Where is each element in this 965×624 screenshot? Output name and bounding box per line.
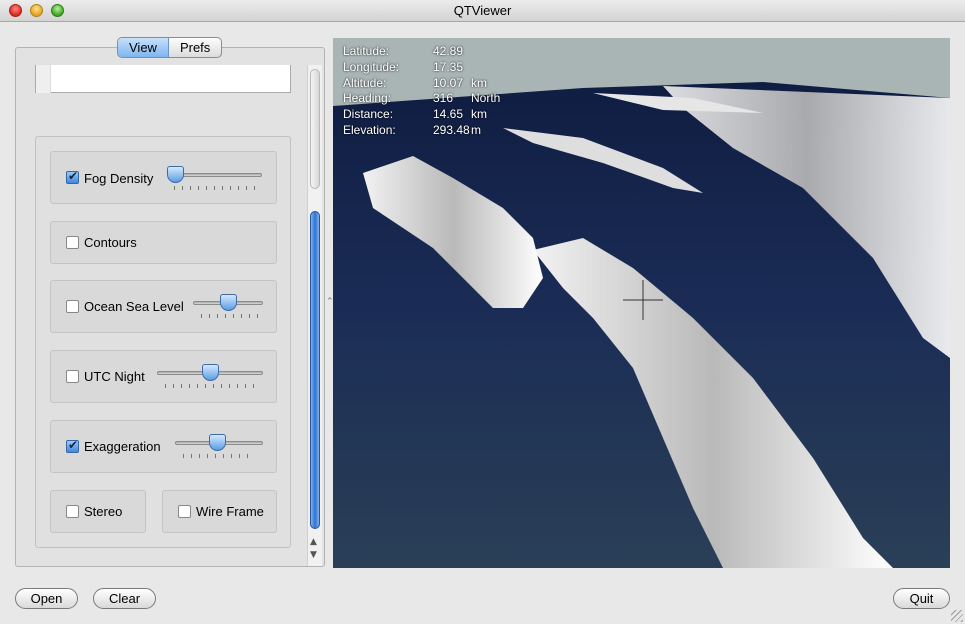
text-box-margin — [36, 65, 51, 93]
window-title: QTViewer — [453, 3, 512, 18]
resize-grip-icon[interactable] — [951, 610, 963, 622]
controls-scroll-area: Fog Density Contours Ocean Sea Level — [16, 48, 307, 566]
ocean-sea-level-checkbox[interactable] — [66, 300, 79, 313]
contours-label: Contours — [84, 235, 137, 250]
scrollbar-upper-track — [310, 69, 320, 189]
hud-longitude: Longitude: 17.35 — [343, 60, 500, 76]
scroll-down-arrow-icon[interactable]: ▼ — [310, 550, 317, 560]
scroll-up-arrow-icon[interactable]: ▲ — [310, 537, 317, 547]
tab-prefs[interactable]: Prefs — [169, 38, 221, 57]
open-button[interactable]: Open — [15, 588, 78, 609]
wire-frame-checkbox[interactable] — [178, 505, 191, 518]
longitude-value: 17.35 — [433, 59, 464, 74]
ocean-sea-level-label: Ocean Sea Level — [84, 299, 184, 314]
longitude-label: Longitude: — [343, 59, 400, 74]
fog-density-row: Fog Density — [50, 151, 277, 204]
fog-density-slider-thumb[interactable] — [167, 166, 184, 183]
utc-night-checkbox[interactable] — [66, 370, 79, 383]
utc-night-label: UTC Night — [84, 369, 145, 384]
distance-label: Distance: — [343, 107, 394, 122]
latitude-value: 42.89 — [433, 44, 464, 58]
ocean-sea-level-slider-ticks — [201, 314, 259, 318]
hud-distance: Distance: 14.65 km — [343, 107, 500, 123]
stereo-label: Stereo — [84, 504, 123, 519]
ocean-sea-level-row: Ocean Sea Level — [50, 280, 277, 333]
elevation-unit: m — [471, 122, 481, 137]
exaggeration-slider-thumb[interactable] — [209, 434, 226, 451]
exaggeration-label: Exaggeration — [84, 439, 161, 454]
zoom-window-button[interactable] — [51, 4, 64, 17]
altitude-label: Altitude: — [343, 75, 387, 90]
terrain-3d-view[interactable]: Latitude: 42.89 Longitude: 17.35 Altitude:… — [333, 38, 950, 568]
altitude-value: 10.07 — [433, 75, 464, 90]
quit-button[interactable]: Quit — [893, 588, 950, 609]
title-bar[interactable]: QTViewer — [0, 0, 965, 22]
hud-altitude: Altitude: 10.07 km — [343, 76, 500, 92]
scrollbar-thumb[interactable] — [310, 211, 320, 529]
close-window-button[interactable] — [9, 4, 22, 17]
stereo-row: Stereo — [50, 490, 146, 533]
utc-night-row: UTC Night — [50, 350, 277, 403]
fog-density-label: Fog Density — [84, 171, 154, 186]
distance-unit: km — [471, 107, 487, 122]
distance-value: 14.65 — [433, 107, 464, 122]
tab-view[interactable]: View — [118, 38, 169, 57]
hud-heading: Heading: 316 North — [343, 91, 500, 107]
options-group: Fog Density Contours Ocean Sea Level — [35, 136, 291, 548]
contours-row: Contours — [50, 221, 277, 264]
fog-density-slider-ticks — [174, 186, 256, 190]
altitude-unit: km — [471, 75, 487, 90]
heading-unit: North — [471, 91, 501, 106]
ocean-sea-level-slider-thumb[interactable] — [220, 294, 237, 311]
utc-night-slider-thumb[interactable] — [202, 364, 219, 381]
tab-bar: View Prefs — [117, 37, 223, 58]
exaggeration-checkbox[interactable] — [66, 438, 79, 453]
hud-elevation: Elevation: 293.48 m — [343, 123, 500, 139]
wire-frame-row: Wire Frame — [162, 490, 277, 533]
contours-checkbox[interactable] — [66, 236, 79, 249]
hud-overlay: Latitude: 42.89 Longitude: 17.35 Altitude:… — [343, 44, 500, 139]
exaggeration-slider-ticks — [183, 454, 255, 458]
elevation-value: 293.48 — [433, 122, 470, 137]
minimize-window-button[interactable] — [30, 4, 43, 17]
info-text-box[interactable] — [35, 65, 291, 93]
stereo-checkbox[interactable] — [66, 505, 79, 518]
fog-density-checkbox[interactable] — [66, 169, 79, 184]
vertical-scrollbar[interactable]: ▲ ▼ — [307, 65, 322, 566]
wire-frame-label: Wire Frame — [196, 504, 264, 519]
heading-label: Heading: — [343, 91, 392, 106]
exaggeration-row: Exaggeration — [50, 420, 277, 473]
latitude-label: Latitude: — [343, 44, 390, 58]
clear-button[interactable]: Clear — [93, 588, 156, 609]
utc-night-slider-ticks — [165, 384, 255, 388]
heading-value: 316 — [433, 91, 454, 106]
hud-latitude: Latitude: 42.89 — [343, 44, 500, 60]
app-window: QTViewer View Prefs Fog Density — [0, 0, 965, 624]
controls-panel: Fog Density Contours Ocean Sea Level — [15, 47, 325, 567]
elevation-label: Elevation: — [343, 122, 396, 137]
